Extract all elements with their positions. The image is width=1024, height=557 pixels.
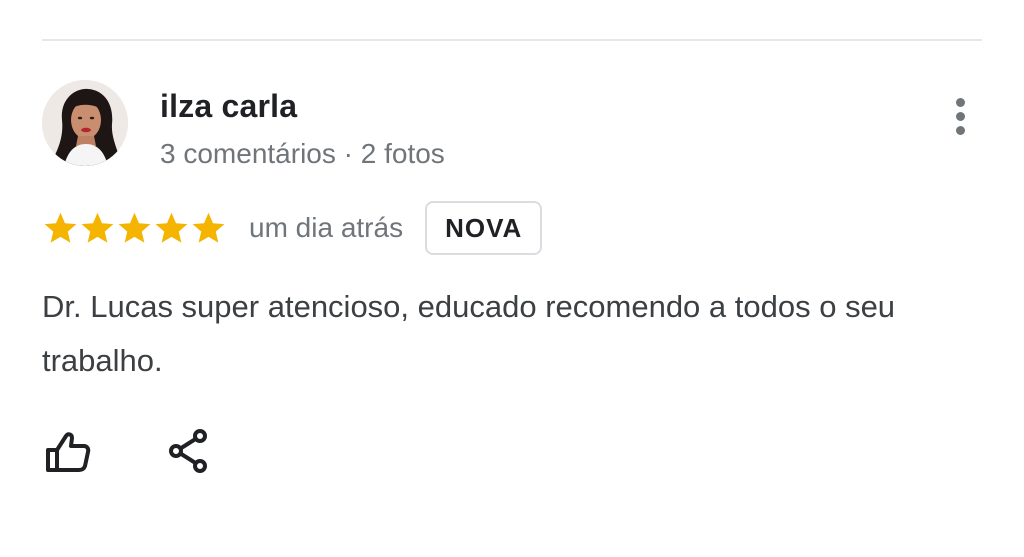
share-button[interactable] xyxy=(162,424,218,480)
star-icon xyxy=(44,212,77,243)
review-card: ilza carla 3 comentários · 2 fotos um di… xyxy=(0,0,1024,557)
divider xyxy=(42,39,982,41)
avatar-photo xyxy=(42,80,128,166)
avatar[interactable] xyxy=(42,80,128,166)
new-badge: NOVA xyxy=(425,201,543,255)
author-name[interactable]: ilza carla xyxy=(160,88,297,125)
star-icon xyxy=(118,212,151,243)
review-text: Dr. Lucas super atencioso, educado recom… xyxy=(42,289,896,378)
like-button[interactable] xyxy=(38,424,94,480)
more-options-button[interactable] xyxy=(940,92,980,140)
star-icon xyxy=(192,212,225,243)
star-rating xyxy=(42,210,227,247)
author-meta: 3 comentários · 2 fotos xyxy=(160,138,445,169)
thumbs-up-icon xyxy=(46,432,91,472)
star-icon xyxy=(81,212,114,243)
rating-row: um dia atrás NOVA xyxy=(42,200,543,256)
share-icon xyxy=(169,429,207,473)
review-date: um dia atrás xyxy=(249,212,404,243)
star-icon xyxy=(155,212,188,243)
